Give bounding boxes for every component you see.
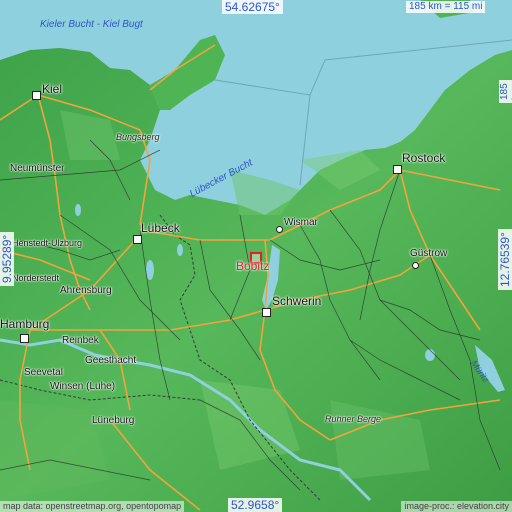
city-label-henstedt: Henstedt-Ulzburg xyxy=(12,238,83,248)
city-label-ahrensburg: Ahrensburg xyxy=(60,285,112,296)
city-label-seevetal: Seevetal xyxy=(24,367,63,378)
city-label-norderstedt: Norderstedt xyxy=(12,273,60,283)
city-marker-kiel[interactable] xyxy=(32,91,41,100)
scale-horizontal: 185 km = 115 mi xyxy=(406,1,486,13)
hill-label-ruhner-berge: Ruhner Berge xyxy=(325,414,382,424)
coord-top-lat: 54.62675° xyxy=(222,0,283,14)
city-label-luneburg: Lüneburg xyxy=(92,415,135,426)
city-marker-gustrow[interactable] xyxy=(412,262,419,269)
city-label-schwerin: Schwerin xyxy=(272,294,322,308)
coord-bottom-lat: 52.9658° xyxy=(228,498,283,512)
scale-vertical: 185 km = 115 mi xyxy=(499,80,512,103)
coord-right-lon: 12.76539° xyxy=(498,229,512,290)
city-marker-wismar[interactable] xyxy=(276,226,283,233)
city-marker-rostock[interactable] xyxy=(393,165,402,174)
city-label-reinbek: Reinbek xyxy=(62,335,99,346)
sea-label-kiel-bay: Kieler Bucht - Kiel Bugt xyxy=(40,19,143,30)
target-label: Bobitz xyxy=(236,259,270,273)
city-label-gustrow: Güstrow xyxy=(410,248,448,259)
city-label-neumunster: Neumünster xyxy=(10,163,65,174)
city-label-rostock: Rostock xyxy=(402,151,446,165)
map-canvas[interactable]: Kieler Bucht - Kiel Bugt Lübecker Bucht … xyxy=(0,0,512,512)
hill-label-bungsberg: Bungsberg xyxy=(116,132,160,142)
coord-left-lon: 9.95289° xyxy=(0,231,14,286)
city-label-geesthacht: Geesthacht xyxy=(85,355,137,366)
city-label-hamburg: Hamburg xyxy=(0,317,50,331)
city-label-kiel: Kiel xyxy=(42,82,63,96)
city-marker-hamburg[interactable] xyxy=(20,334,29,343)
city-marker-schwerin[interactable] xyxy=(262,308,271,317)
attribution-right: image-proc.: elevation.city xyxy=(401,501,512,512)
attribution-left: map data: openstreetmap.org, opentopomap xyxy=(0,501,185,512)
city-label-wismar: Wismar xyxy=(284,217,318,228)
city-label-winsen: Winsen (Luhe) xyxy=(50,381,116,392)
city-label-lubeck: Lübeck xyxy=(141,221,180,235)
city-marker-lubeck[interactable] xyxy=(133,235,142,244)
